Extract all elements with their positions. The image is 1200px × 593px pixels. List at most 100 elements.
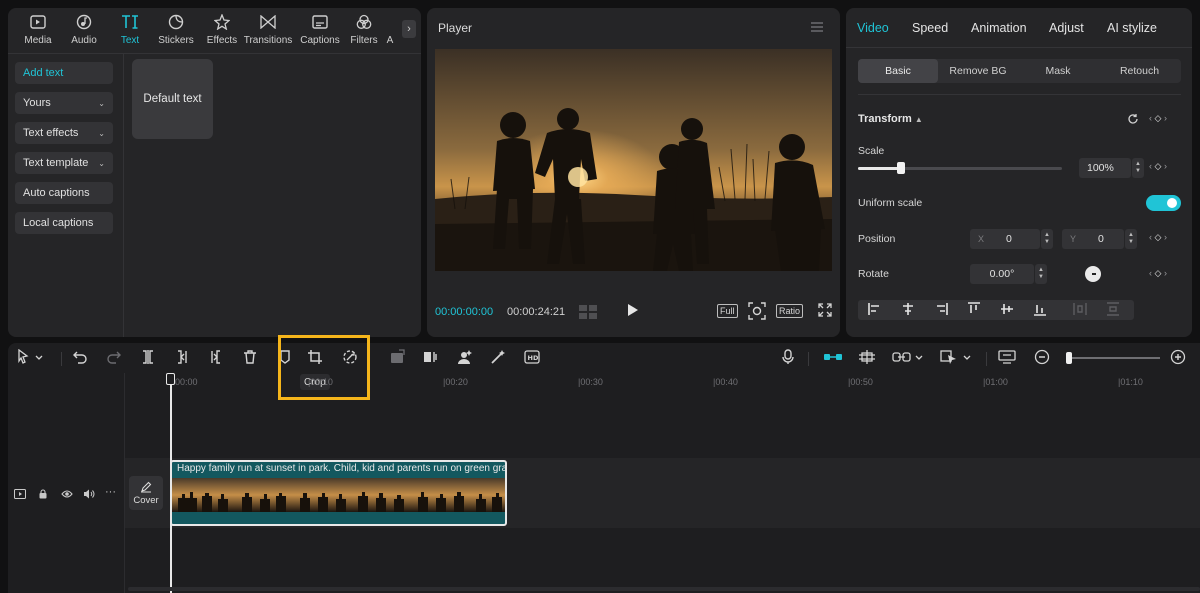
full-quality-button[interactable]: Full [717,304,738,318]
scale-label: Scale [858,145,885,157]
delete-left-icon[interactable] [174,349,190,365]
keyframe-icon: ◇ [1154,161,1162,171]
tab-speed[interactable]: Speed [912,21,948,35]
align-bottom-icon[interactable] [1033,302,1047,316]
keyframe-nav[interactable]: ‹ ◇ › [1149,113,1167,124]
add-text-button[interactable]: Add text [15,62,113,84]
rotate-input[interactable]: 0.00° [970,264,1034,284]
align-right-icon[interactable] [934,302,948,316]
default-text-card[interactable]: Default text [132,59,213,139]
distribute-h-icon[interactable] [1073,302,1087,316]
chevron-down-icon: ⌄ [98,158,105,168]
reverse-icon[interactable] [422,349,438,365]
tab-transitions[interactable]: Transitions [244,12,292,52]
rotate-dial[interactable] [1085,266,1101,282]
undo-icon[interactable] [72,349,88,365]
tab-video[interactable]: Video [857,21,889,35]
tab-animation[interactable]: Animation [971,21,1027,35]
subtab-basic[interactable]: Basic [858,59,938,83]
distribute-v-icon[interactable] [1106,302,1120,316]
zoom-slider[interactable] [1072,357,1160,359]
position-x-stepper[interactable]: ▲ ▼ [1041,229,1053,249]
split-icon[interactable] [140,349,156,365]
play-button[interactable] [627,303,639,317]
volume-icon[interactable] [83,489,95,499]
link-dropdown-icon[interactable] [892,349,924,365]
sidebar-item-text-template[interactable]: Text template ⌄ [15,152,113,174]
subtab-remove-bg[interactable]: Remove BG [938,59,1018,83]
menu-icon[interactable] [811,22,823,32]
uniform-scale-label: Uniform scale [858,197,923,209]
keyframe-nav[interactable]: ‹ ◇ › [1149,268,1167,279]
zoom-out-icon[interactable] [1034,349,1050,365]
align-left-icon[interactable] [868,302,882,316]
preview-axis-icon[interactable] [940,349,972,365]
reset-icon[interactable] [1127,113,1139,125]
scale-input[interactable]: 100% [1079,158,1131,178]
snap-icon[interactable] [858,349,876,365]
cover-button[interactable]: Cover [129,476,163,510]
microphone-icon[interactable] [781,349,795,365]
scale-slider-handle[interactable] [897,162,905,174]
player-panel: Player 00:00:00:00 00:00:24:21 Full Rati… [427,8,840,337]
text-icon [120,12,140,32]
hd-icon[interactable]: HD [524,349,540,365]
eye-icon[interactable] [61,489,73,499]
magic-wand-icon[interactable] [490,349,506,365]
transform-title[interactable]: Transform ▲ [858,113,923,125]
redo-icon[interactable] [106,349,122,365]
uniform-scale-toggle[interactable] [1146,195,1181,211]
more-icon[interactable]: ··· [105,486,116,498]
tab-stickers[interactable]: Stickers [152,12,200,52]
tab-effects[interactable]: Effects [198,12,246,52]
position-y-stepper[interactable]: ▲ ▼ [1125,229,1137,249]
panel-divider [123,54,124,337]
lock-icon[interactable] [38,489,48,499]
scale-slider-fill [858,167,900,170]
chevron-right-icon[interactable]: › [402,20,416,38]
video-preview[interactable] [435,49,832,271]
select-tool-icon[interactable] [17,349,45,365]
fullscreen-icon[interactable] [818,303,832,317]
align-top-icon[interactable] [967,302,981,316]
tab-audio[interactable]: Audio [60,12,108,52]
chevron-down-icon: ⌄ [98,128,105,138]
align-center-h-icon[interactable] [901,302,915,316]
fit-timeline-icon[interactable] [998,349,1016,365]
tab-ai-stylize[interactable]: AI stylize [1107,21,1157,35]
tab-adjust[interactable]: A [380,12,400,52]
horizontal-scrollbar[interactable] [128,587,1200,591]
position-x-input[interactable]: X 0 [970,229,1040,249]
video-clip[interactable]: Happy family run at sunset in park. Chil… [170,460,507,526]
subtab-retouch[interactable]: Retouch [1098,59,1181,83]
prev-keyframe-icon: ‹ [1149,232,1152,242]
keyframe-nav[interactable]: ‹ ◇ › [1149,161,1167,172]
scale-stepper[interactable]: ▲ ▼ [1132,158,1144,178]
zoom-slider-handle[interactable] [1066,352,1072,364]
sidebar-item-yours[interactable]: Yours ⌄ [15,92,113,114]
tab-text[interactable]: Text [106,12,154,52]
zoom-in-icon[interactable] [1170,349,1186,365]
sidebar-item-text-effects[interactable]: Text effects ⌄ [15,122,113,144]
tab-captions[interactable]: Captions [296,12,344,52]
freeze-icon[interactable] [389,349,405,365]
keyframe-nav[interactable]: ‹ ◇ › [1149,232,1167,243]
ratio-button[interactable]: Ratio [776,304,804,318]
sidebar-item-local-captions[interactable]: Local captions [15,212,113,234]
align-center-v-icon[interactable] [1000,302,1014,316]
remove-bg-icon[interactable] [456,349,472,365]
delete-right-icon[interactable] [208,349,224,365]
tab-media[interactable]: Media [14,12,62,52]
sidebar-item-auto-captions[interactable]: Auto captions [15,182,113,204]
trash-icon[interactable] [242,349,258,365]
subtab-mask[interactable]: Mask [1018,59,1098,83]
link-clips-icon[interactable] [823,349,843,365]
playhead[interactable] [170,373,172,593]
track-video-icon[interactable] [14,489,26,499]
playhead-handle[interactable] [166,373,175,385]
rotate-stepper[interactable]: ▲ ▼ [1035,264,1047,284]
screenshot-icon[interactable] [748,302,766,320]
tab-adjust[interactable]: Adjust [1049,21,1084,35]
position-y-input[interactable]: Y 0 [1062,229,1124,249]
grid-icon[interactable] [578,304,598,320]
